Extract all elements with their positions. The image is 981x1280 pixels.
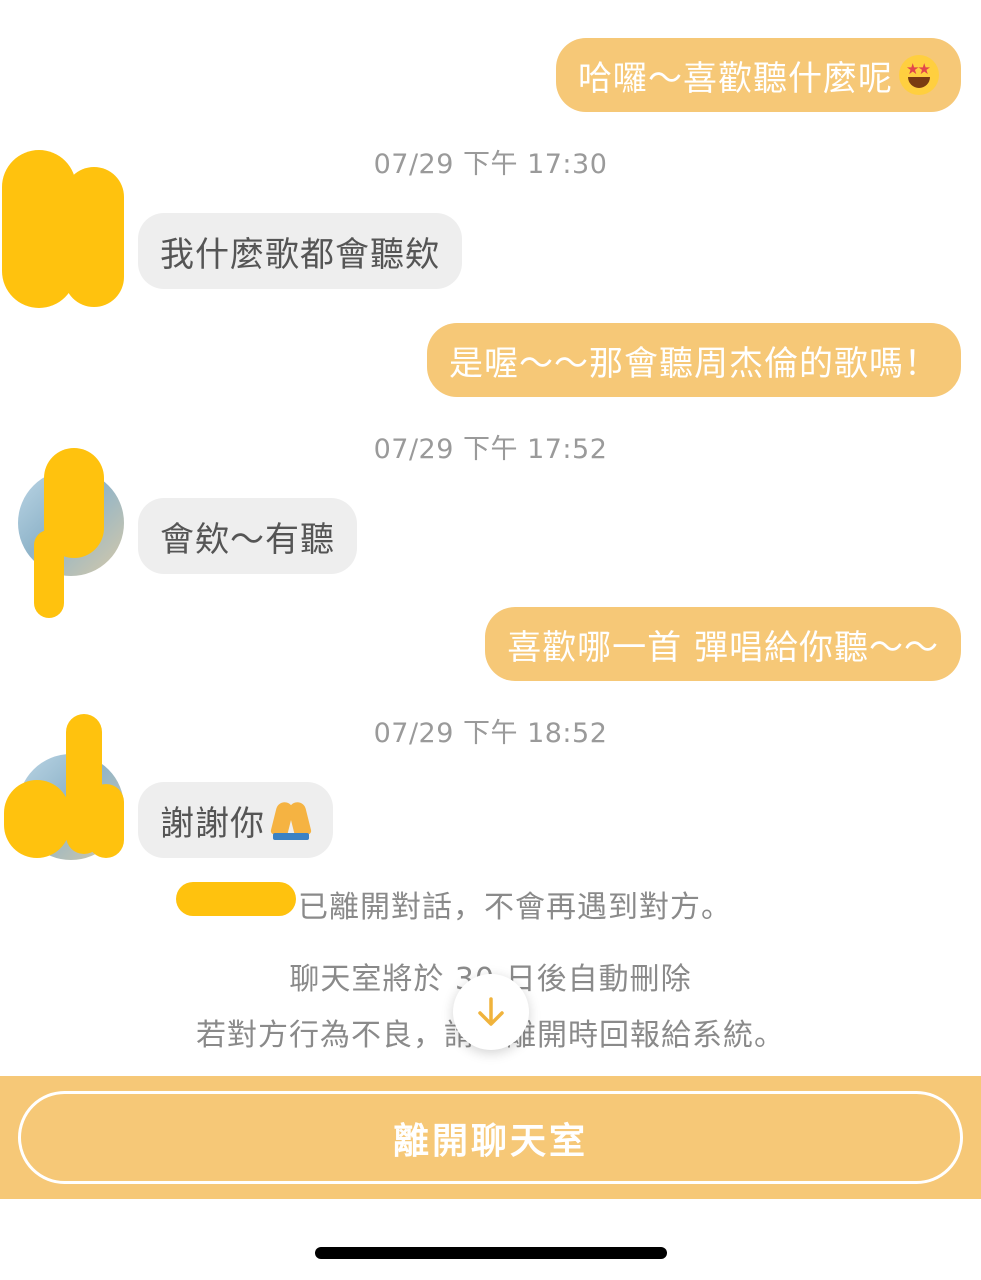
message-timestamp: 07/29 下午 17:52	[373, 434, 608, 465]
message-text: 是喔～～那會聽周杰倫的歌嗎！	[449, 343, 939, 384]
outgoing-message[interactable]: 哈囉～喜歡聽什麼呢	[556, 38, 961, 112]
star-struck-emoji-icon	[899, 55, 939, 95]
contact-avatar[interactable]	[2, 150, 124, 308]
outgoing-message[interactable]: 喜歡哪一首 彈唱給你聽～～	[485, 607, 961, 681]
redaction-mark	[34, 530, 64, 618]
scroll-to-bottom-button[interactable]	[453, 974, 529, 1050]
message-text: 謝謝你	[160, 803, 265, 844]
message-text: 哈囉～喜歡聽什麼呢	[578, 58, 893, 99]
redaction-mark	[88, 784, 124, 858]
incoming-message[interactable]: 謝謝你	[138, 782, 333, 858]
redaction-mark	[4, 780, 70, 858]
redacted-username	[176, 882, 296, 916]
leave-button-label: 離開聊天室	[392, 1120, 588, 1162]
home-indicator[interactable]	[315, 1247, 667, 1259]
contact-avatar[interactable]	[18, 448, 124, 618]
incoming-message[interactable]: 我什麼歌都會聽欸	[138, 213, 462, 289]
folded-hands-emoji-icon	[270, 800, 312, 840]
contact-avatar[interactable]	[4, 714, 124, 860]
message-timestamp: 07/29 下午 18:52	[373, 718, 608, 749]
message-timestamp: 07/29 下午 17:30	[373, 149, 608, 180]
incoming-message[interactable]: 會欸～有聽	[138, 498, 357, 574]
message-text: 喜歡哪一首 彈唱給你聽～～	[507, 627, 939, 668]
outgoing-message[interactable]: 是喔～～那會聽周杰倫的歌嗎！	[427, 323, 961, 397]
message-text: 會欸～有聽	[160, 519, 335, 560]
bottom-action-bar: 離開聊天室	[0, 1076, 981, 1199]
leave-chat-room-button[interactable]: 離開聊天室	[18, 1091, 963, 1184]
left-conversation-notice: 已離開對話，不會再遇到對方。	[298, 890, 732, 925]
message-text: 我什麼歌都會聽欸	[160, 234, 440, 275]
arrow-down-icon	[478, 997, 504, 1026]
redaction-mark	[64, 167, 124, 307]
